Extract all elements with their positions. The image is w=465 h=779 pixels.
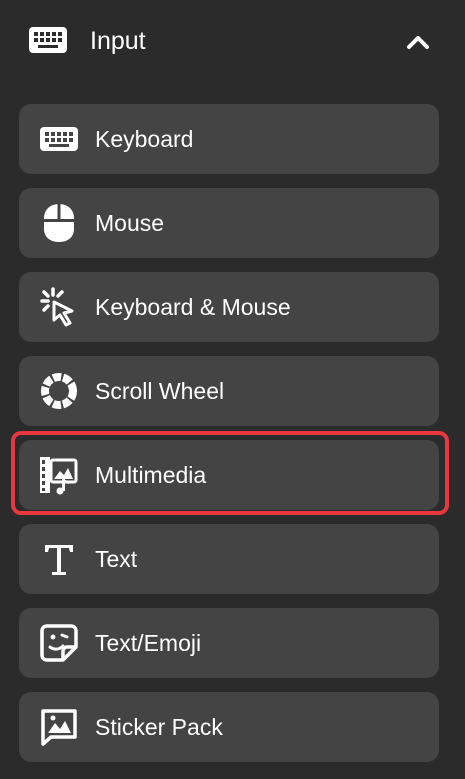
list-item-multimedia[interactable]: Multimedia [19, 440, 439, 510]
image-message-icon [39, 707, 79, 747]
item-label: Scroll Wheel [95, 378, 225, 404]
list-item-text[interactable]: Text [19, 524, 439, 594]
mouse-icon [39, 203, 79, 243]
item-label: Keyboard & Mouse [95, 294, 291, 320]
list-item-scroll-wheel[interactable]: Scroll Wheel [19, 356, 439, 426]
section-title: Input [90, 27, 146, 55]
text-icon [39, 539, 79, 579]
list-item-sticker-pack[interactable]: Sticker Pack [19, 692, 439, 762]
keyboard-icon [28, 24, 68, 56]
list-item-keyboard-and-mouse[interactable]: Keyboard & Mouse [19, 272, 439, 342]
item-label: Mouse [95, 210, 165, 236]
multimedia-icon [39, 455, 79, 495]
list-item-keyboard[interactable]: Keyboard [19, 104, 439, 174]
item-label: Text [95, 546, 138, 572]
list-item-mouse[interactable]: Mouse [19, 188, 439, 258]
click-cursor-icon [39, 287, 79, 327]
item-label: Multimedia [95, 462, 207, 488]
list-item-text-emoji[interactable]: Text/Emoji [19, 608, 439, 678]
emoji-sticker-icon [39, 623, 79, 663]
item-label: Keyboard [95, 126, 194, 152]
scroll-wheel-icon [39, 371, 79, 411]
chevron-up-icon[interactable] [400, 24, 436, 60]
item-label: Sticker Pack [95, 714, 223, 740]
keyboard-icon [39, 119, 79, 159]
item-label: Text/Emoji [95, 630, 202, 656]
section-header[interactable]: Input [0, 0, 465, 84]
